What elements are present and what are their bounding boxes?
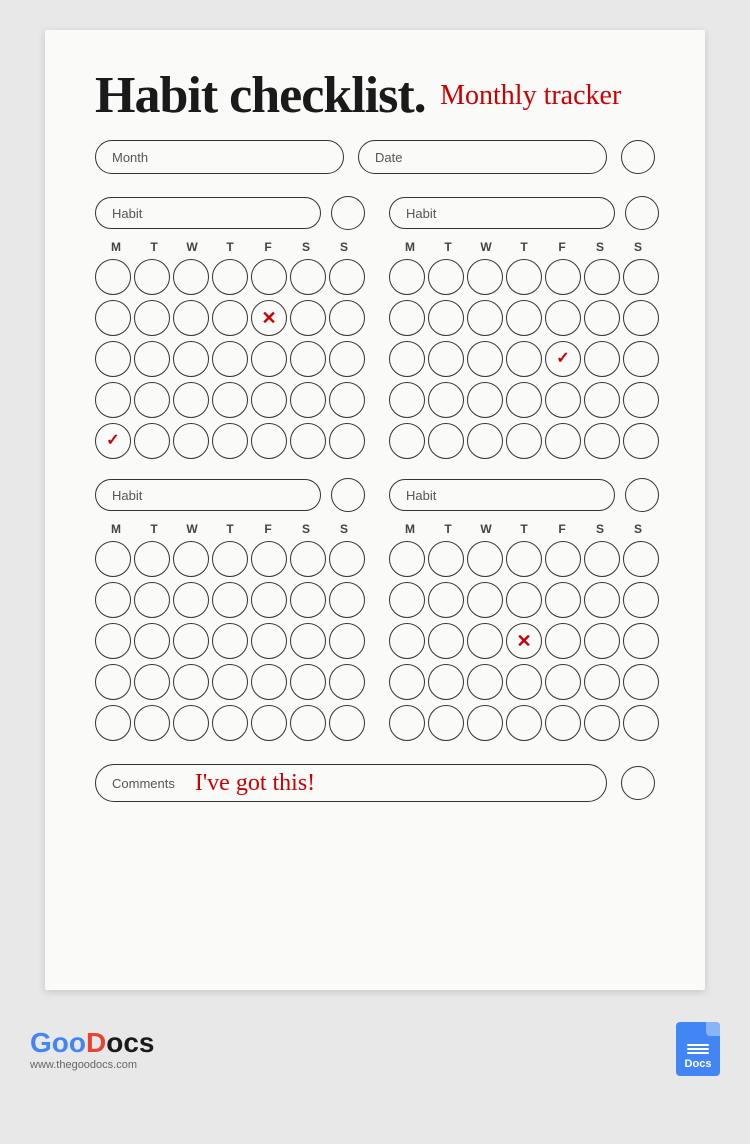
brand-logo: GooDocs <box>30 1027 154 1059</box>
circle-4-1[interactable] <box>95 382 131 418</box>
brand-url: www.thegoodocs.com <box>30 1059 137 1071</box>
habit-block-1: Habit M T W T F S S <box>95 196 365 460</box>
circle-1-5[interactable] <box>251 259 287 295</box>
circle-2-2[interactable] <box>134 300 170 336</box>
mark-x-4: ✕ <box>516 632 531 650</box>
habit-circle-1 <box>331 196 365 230</box>
day-f: F <box>249 240 287 254</box>
circles-grid-3 <box>95 540 365 742</box>
comments-text: I've got this! <box>195 770 315 797</box>
day-m: M <box>97 240 135 254</box>
circle-5-3[interactable] <box>173 423 209 459</box>
docs-app-icon: Docs <box>676 1022 720 1076</box>
day-w: W <box>173 240 211 254</box>
circle-1-3[interactable] <box>173 259 209 295</box>
header-circle <box>621 140 655 174</box>
circle-2-7[interactable] <box>329 300 365 336</box>
circle-1-4[interactable] <box>212 259 248 295</box>
circle-4-5[interactable] <box>251 382 287 418</box>
comments-circle <box>621 766 655 800</box>
circle-5-4[interactable] <box>212 423 248 459</box>
habit-label-1[interactable]: Habit <box>95 197 321 229</box>
circle-2-3[interactable] <box>173 300 209 336</box>
habit-circle-3 <box>331 478 365 512</box>
circle-4-6[interactable] <box>290 382 326 418</box>
habit-block-3: Habit M T W T F S S <box>95 478 365 742</box>
circles-grid-2: ✓ <box>389 258 659 460</box>
day-t: T <box>135 240 173 254</box>
habit-circle-4 <box>625 478 659 512</box>
circle-3-6[interactable] <box>290 341 326 377</box>
circle-1-6[interactable] <box>290 259 326 295</box>
month-field[interactable]: Month <box>95 140 344 174</box>
circle-5-7[interactable] <box>329 423 365 459</box>
day-headers-3: M T W T F S S <box>95 522 365 536</box>
habits-grid: Habit M T W T F S S <box>95 196 655 742</box>
docs-icon-label: Docs <box>685 1058 712 1070</box>
title-sub: Monthly tracker <box>440 80 621 111</box>
circle-3-1[interactable] <box>95 341 131 377</box>
day-s2: S <box>325 240 363 254</box>
habit-header-2: Habit <box>389 196 659 230</box>
day-t2: T <box>211 240 249 254</box>
circle-5-5[interactable] <box>251 423 287 459</box>
circles-grid-4: ✕ <box>389 540 659 742</box>
circle-2-6[interactable] <box>290 300 326 336</box>
title-section: Habit checklist. Monthly tracker <box>95 70 655 122</box>
circle-3-5[interactable] <box>251 341 287 377</box>
circle-3-7[interactable] <box>329 341 365 377</box>
day-headers-1: M T W T F S S <box>95 240 365 254</box>
habit-block-4: Habit M T W T F S S <box>389 478 659 742</box>
habit-header-4: Habit <box>389 478 659 512</box>
circle-5-2[interactable] <box>134 423 170 459</box>
habit-block-2: Habit M T W T F S S <box>389 196 659 460</box>
date-field[interactable]: Date <box>358 140 607 174</box>
circle-4-4[interactable] <box>212 382 248 418</box>
day-headers-4: M T W T F S S <box>389 522 659 536</box>
habit-label-3[interactable]: Habit <box>95 479 321 511</box>
brand-section: GooDocs www.thegoodocs.com <box>30 1027 154 1071</box>
header-row: Month Date <box>95 140 655 174</box>
circle-3-4[interactable] <box>212 341 248 377</box>
circle-3-3[interactable] <box>173 341 209 377</box>
circle-4-3[interactable] <box>173 382 209 418</box>
circle-3-2[interactable] <box>134 341 170 377</box>
comments-field[interactable]: Comments I've got this! <box>95 764 607 802</box>
circle-1-2[interactable] <box>134 259 170 295</box>
circle-5-1[interactable]: ✓ <box>95 423 131 459</box>
habit-circle-2 <box>625 196 659 230</box>
document-page: Habit checklist. Monthly tracker Month D… <box>45 30 705 990</box>
title-main: Habit checklist. <box>95 67 426 124</box>
mark-check-1: ✓ <box>106 433 119 449</box>
circle-2-1[interactable] <box>95 300 131 336</box>
day-s: S <box>287 240 325 254</box>
habit-header-1: Habit <box>95 196 365 230</box>
circle-1-7[interactable] <box>329 259 365 295</box>
circle-2-5[interactable]: ✕ <box>251 300 287 336</box>
mark-check-2: ✓ <box>556 351 569 367</box>
circle-2-4[interactable] <box>212 300 248 336</box>
circle-5-6[interactable] <box>290 423 326 459</box>
day-headers-2: M T W T F S S <box>389 240 659 254</box>
footer: GooDocs www.thegoodocs.com Docs <box>0 1010 750 1092</box>
docs-lines <box>687 1044 709 1054</box>
circle-4-7[interactable] <box>329 382 365 418</box>
habit-label-4[interactable]: Habit <box>389 479 615 511</box>
mark-x-1: ✕ <box>261 309 276 327</box>
circle-1-1[interactable] <box>95 259 131 295</box>
circle-4-2[interactable] <box>134 382 170 418</box>
comments-row: Comments I've got this! <box>95 764 655 802</box>
title-line: Habit checklist. Monthly tracker <box>95 70 655 122</box>
circles-grid-1: ✕ ✓ <box>95 258 365 460</box>
habit-label-2[interactable]: Habit <box>389 197 615 229</box>
habit-header-3: Habit <box>95 478 365 512</box>
